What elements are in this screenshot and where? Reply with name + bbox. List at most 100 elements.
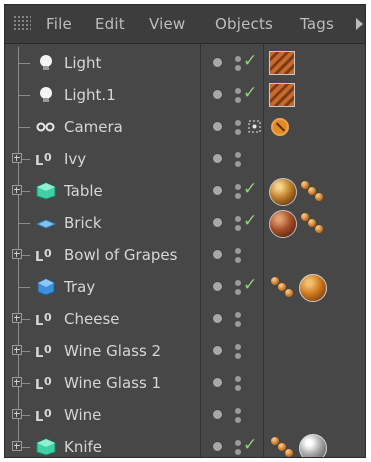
- layer-dot-icon[interactable]: [213, 410, 222, 419]
- expand-toggle-icon[interactable]: [12, 409, 22, 419]
- object-name[interactable]: Bowl of Grapes: [64, 246, 177, 264]
- render-visibility-dot-icon[interactable]: [235, 449, 241, 455]
- editor-visibility-dot-icon[interactable]: [235, 152, 241, 158]
- object-row[interactable]: Knife ✓: [5, 431, 365, 457]
- menu-objects[interactable]: Objects: [215, 15, 273, 33]
- menu-tags[interactable]: Tags: [300, 15, 334, 33]
- render-visibility-dot-icon[interactable]: [235, 385, 241, 391]
- expand-toggle-icon[interactable]: [12, 377, 22, 387]
- render-visibility-dot-icon[interactable]: [235, 321, 241, 327]
- render-visibility-dot-icon[interactable]: [235, 225, 241, 231]
- editor-visibility-dot-icon[interactable]: [235, 344, 241, 350]
- object-row[interactable]: Light ✓: [5, 47, 365, 79]
- expand-toggle-icon[interactable]: [12, 249, 22, 259]
- null-object-icon[interactable]: L0: [35, 374, 57, 393]
- render-visibility-dot-icon[interactable]: [235, 417, 241, 423]
- expand-toggle-icon[interactable]: [12, 345, 22, 355]
- object-name[interactable]: Wine Glass 1: [64, 374, 161, 392]
- object-row[interactable]: L 0 Cheese: [5, 303, 365, 335]
- material-tag-icon[interactable]: [299, 274, 327, 302]
- expand-toggle-icon[interactable]: [12, 313, 22, 323]
- editor-visibility-dot-icon[interactable]: [235, 56, 241, 62]
- editor-visibility-dot-icon[interactable]: [235, 312, 241, 318]
- light-bulb-icon[interactable]: [35, 54, 57, 72]
- object-row[interactable]: L 0 Ivy: [5, 143, 365, 175]
- expand-toggle-icon[interactable]: [12, 153, 22, 163]
- null-object-icon[interactable]: L0: [35, 342, 57, 361]
- render-visibility-dot-icon[interactable]: [235, 97, 241, 103]
- object-row[interactable]: L 0 Wine Glass 2: [5, 335, 365, 367]
- object-row[interactable]: L 0 Wine: [5, 399, 365, 431]
- render-visibility-dot-icon[interactable]: [235, 161, 241, 167]
- editor-visibility-dot-icon[interactable]: [235, 408, 241, 414]
- editor-visibility-dot-icon[interactable]: [235, 440, 241, 446]
- light-bulb-icon[interactable]: [35, 86, 57, 104]
- null-object-icon[interactable]: L0: [35, 246, 57, 265]
- material-tag-icon[interactable]: [299, 181, 325, 203]
- object-name[interactable]: Ivy: [64, 150, 86, 168]
- render-visibility-dot-icon[interactable]: [235, 289, 241, 295]
- editor-visibility-dot-icon[interactable]: [235, 184, 241, 190]
- enabled-checkmark-icon[interactable]: ✓: [243, 51, 257, 71]
- layer-dot-icon[interactable]: [213, 218, 222, 227]
- render-visibility-dot-icon[interactable]: [235, 257, 241, 263]
- polygon-object-icon[interactable]: [35, 438, 57, 456]
- editor-visibility-dot-icon[interactable]: [235, 376, 241, 382]
- menu-overflow-arrow-icon[interactable]: [356, 18, 363, 30]
- layer-dot-icon[interactable]: [213, 90, 222, 99]
- enabled-checkmark-icon[interactable]: ✓: [243, 211, 257, 231]
- material-tag-icon[interactable]: [269, 437, 295, 457]
- camera-icon[interactable]: [35, 118, 57, 136]
- null-object-icon[interactable]: L0: [35, 310, 57, 329]
- null-object-icon[interactable]: L0: [35, 406, 57, 425]
- object-name[interactable]: Light: [64, 54, 101, 72]
- protection-tag-icon[interactable]: [271, 118, 289, 136]
- editor-visibility-dot-icon[interactable]: [235, 88, 241, 94]
- render-visibility-dot-icon[interactable]: [235, 129, 241, 135]
- layer-dot-icon[interactable]: [213, 442, 222, 451]
- render-visibility-dot-icon[interactable]: [235, 65, 241, 71]
- menu-edit[interactable]: Edit: [95, 15, 125, 33]
- editor-visibility-dot-icon[interactable]: [235, 280, 241, 286]
- layer-dot-icon[interactable]: [213, 314, 222, 323]
- layer-dot-icon[interactable]: [213, 378, 222, 387]
- material-tag-icon[interactable]: [269, 51, 295, 75]
- enabled-checkmark-icon[interactable]: ✓: [243, 83, 257, 103]
- object-name[interactable]: Light.1: [64, 86, 116, 104]
- object-row[interactable]: Light.1 ✓: [5, 79, 365, 111]
- menu-view[interactable]: View: [149, 15, 185, 33]
- layer-dot-icon[interactable]: [213, 282, 222, 291]
- enabled-checkmark-icon[interactable]: ✓: [243, 179, 257, 199]
- layer-dot-icon[interactable]: [213, 58, 222, 67]
- material-tag-icon[interactable]: [269, 277, 295, 299]
- layer-dot-icon[interactable]: [213, 186, 222, 195]
- editor-visibility-dot-icon[interactable]: [235, 248, 241, 254]
- render-visibility-dot-icon[interactable]: [235, 353, 241, 359]
- editor-visibility-dot-icon[interactable]: [235, 120, 241, 126]
- panel-grip-icon[interactable]: [13, 15, 31, 31]
- object-name[interactable]: Cheese: [64, 310, 119, 328]
- object-name[interactable]: Brick: [64, 214, 102, 232]
- object-name[interactable]: Wine: [64, 406, 101, 424]
- material-tag-icon[interactable]: [269, 178, 297, 206]
- enabled-checkmark-icon[interactable]: ✓: [243, 275, 257, 295]
- object-name[interactable]: Knife: [64, 438, 102, 456]
- expand-toggle-icon[interactable]: [12, 441, 22, 451]
- expand-toggle-icon[interactable]: [12, 185, 22, 195]
- layer-dot-icon[interactable]: [213, 122, 222, 131]
- layer-dot-icon[interactable]: [213, 250, 222, 259]
- object-row[interactable]: Table ✓: [5, 175, 365, 207]
- null-object-icon[interactable]: L0: [35, 150, 57, 169]
- layer-dot-icon[interactable]: [213, 154, 222, 163]
- compositing-tag-icon[interactable]: [248, 118, 261, 133]
- object-row[interactable]: Brick ✓: [5, 207, 365, 239]
- object-name[interactable]: Camera: [64, 118, 123, 136]
- menu-file[interactable]: File: [46, 15, 72, 33]
- enabled-checkmark-icon[interactable]: ✓: [243, 435, 257, 455]
- plane-object-icon[interactable]: [35, 214, 57, 232]
- material-tag-icon[interactable]: [299, 213, 325, 235]
- cube-object-icon[interactable]: [35, 278, 57, 296]
- editor-visibility-dot-icon[interactable]: [235, 216, 241, 222]
- object-row[interactable]: Tray ✓: [5, 271, 365, 303]
- material-tag-icon[interactable]: [269, 210, 297, 238]
